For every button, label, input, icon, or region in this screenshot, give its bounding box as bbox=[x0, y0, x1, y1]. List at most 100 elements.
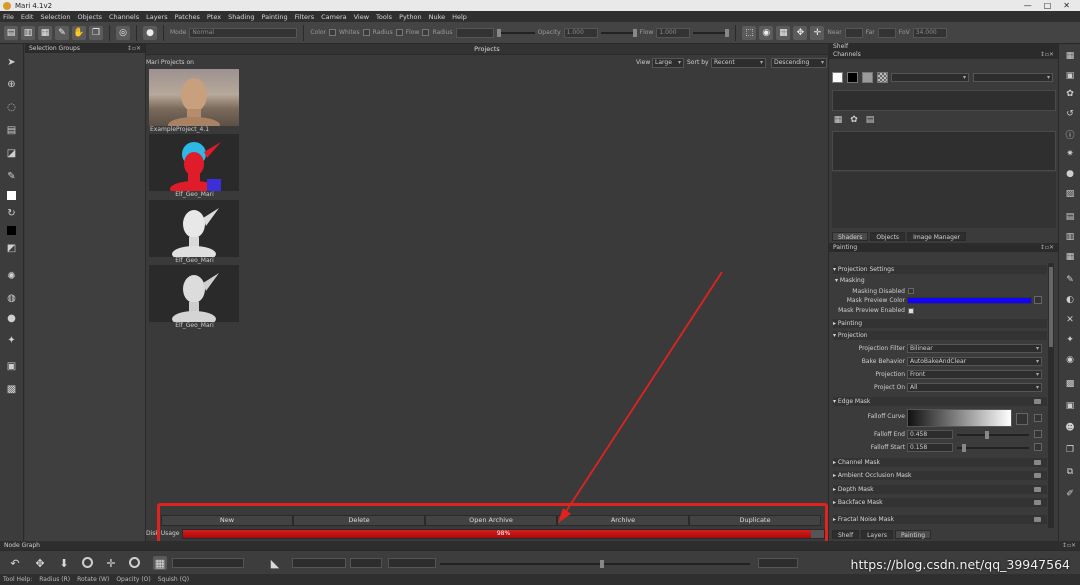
camera-icon[interactable]: ◉ bbox=[759, 25, 774, 40]
view-select[interactable]: Large bbox=[652, 58, 684, 68]
lasso-tool-icon[interactable]: ◌ bbox=[5, 101, 18, 114]
radius2-checkbox[interactable] bbox=[422, 29, 430, 36]
project-item[interactable]: Elf_Geo_Mari bbox=[149, 134, 239, 199]
menu-patches[interactable]: Patches bbox=[175, 13, 200, 21]
curve-tool-icon[interactable]: ◣ bbox=[268, 556, 282, 570]
radius-input[interactable] bbox=[455, 27, 494, 38]
menu-ptex[interactable]: Ptex bbox=[207, 13, 221, 21]
frame-field[interactable] bbox=[388, 558, 436, 568]
mode-select[interactable]: Normal bbox=[189, 27, 298, 38]
settings-icon[interactable]: ✿ bbox=[1064, 88, 1076, 100]
projection-filter-select[interactable]: Bilinear bbox=[907, 344, 1042, 353]
menu-filters[interactable]: Filters bbox=[295, 13, 314, 21]
paint-icon[interactable]: ✎ bbox=[55, 25, 69, 40]
foreground-color-icon[interactable] bbox=[5, 189, 18, 202]
menu-tools[interactable]: Tools bbox=[376, 13, 392, 21]
frame-tool-icon[interactable]: ▣ bbox=[5, 360, 18, 373]
depth-mask-toggle[interactable] bbox=[1034, 487, 1041, 492]
tab-shelf[interactable]: Shelf bbox=[832, 530, 860, 539]
lights-select[interactable] bbox=[172, 558, 244, 568]
layer-tool-icon[interactable]: ▤ bbox=[5, 124, 18, 137]
script-icon[interactable]: ✐ bbox=[1064, 488, 1076, 500]
backface-mask-section[interactable]: ▸ Backface Mask bbox=[833, 498, 1047, 507]
background-color-icon[interactable] bbox=[5, 224, 18, 237]
undo-icon[interactable]: ↶ bbox=[8, 556, 22, 570]
falloff-start-slider[interactable] bbox=[957, 444, 1029, 452]
channel-layer-icon[interactable]: ▤ bbox=[864, 114, 876, 126]
down-arrow-icon[interactable]: ⬇ bbox=[57, 556, 71, 570]
menu-selection[interactable]: Selection bbox=[40, 13, 70, 21]
snapshot-icon[interactable]: ▨ bbox=[1064, 188, 1076, 200]
shader-ball-icon[interactable]: ● bbox=[1064, 168, 1076, 180]
flow-slider[interactable] bbox=[693, 28, 730, 37]
ao-mask-toggle[interactable] bbox=[1034, 473, 1041, 478]
tab-image-manager[interactable]: Image Manager bbox=[907, 232, 967, 241]
project-item[interactable]: Elf_Geo_Mari bbox=[149, 200, 239, 265]
checker-swatch[interactable] bbox=[877, 72, 888, 83]
channel-mask-toggle[interactable] bbox=[1034, 460, 1041, 465]
black-swatch[interactable] bbox=[847, 72, 858, 83]
mask-color-reset-icon[interactable] bbox=[1034, 296, 1042, 304]
timeline-slider[interactable] bbox=[440, 560, 750, 568]
project-item[interactable]: ExampleProject_4.1 bbox=[149, 69, 239, 134]
pan-icon[interactable]: ✛ bbox=[104, 556, 118, 570]
add-channel-icon[interactable]: ▦ bbox=[832, 114, 844, 126]
falloff-start-input[interactable]: 0.158 bbox=[907, 443, 953, 452]
curve-reset-icon[interactable] bbox=[1034, 414, 1042, 422]
menu-help[interactable]: Help bbox=[452, 13, 467, 21]
far-input[interactable] bbox=[877, 27, 896, 38]
menu-file[interactable]: File bbox=[3, 13, 14, 21]
edge-mask-section[interactable]: ▾ Edge Mask bbox=[833, 397, 1047, 406]
radius-checkbox[interactable] bbox=[362, 29, 370, 36]
new-file-icon[interactable]: ▤ bbox=[4, 25, 18, 40]
fractal-mask-toggle[interactable] bbox=[1034, 517, 1041, 522]
select-tool-icon[interactable]: ➤ bbox=[5, 56, 18, 69]
ambient-occlusion-mask-section[interactable]: ▸ Ambient Occlusion Mask bbox=[833, 471, 1047, 480]
menu-objects[interactable]: Objects bbox=[77, 13, 102, 21]
sort-by-select[interactable]: Recent bbox=[711, 58, 766, 68]
menu-painting[interactable]: Painting bbox=[261, 13, 287, 21]
channel-mask-section[interactable]: ▸ Channel Mask bbox=[833, 458, 1047, 467]
menu-layers[interactable]: Layers bbox=[146, 13, 168, 21]
radius-slider[interactable] bbox=[496, 28, 535, 37]
clone-tool-icon[interactable]: ✺ bbox=[5, 270, 18, 283]
image-icon[interactable]: ▣ bbox=[1064, 400, 1076, 412]
tab-objects[interactable]: Objects bbox=[870, 232, 906, 241]
sphere-tool-icon[interactable]: ◍ bbox=[5, 292, 18, 305]
layers-column-icon[interactable]: ▤ bbox=[1064, 211, 1076, 223]
project-item[interactable]: Elf_Geo_Mari bbox=[149, 265, 239, 330]
opacity-slider[interactable] bbox=[600, 28, 637, 37]
swap-color-icon[interactable]: ↻ bbox=[5, 207, 18, 220]
menu-channels[interactable]: Channels bbox=[109, 13, 139, 21]
order-select[interactable]: Descending bbox=[771, 58, 827, 68]
nodes-icon[interactable]: ⧉ bbox=[1064, 466, 1076, 478]
crop-tool-icon[interactable]: ◪ bbox=[5, 147, 18, 160]
edge-mask-toggle[interactable] bbox=[1034, 399, 1041, 404]
menu-shading[interactable]: Shading bbox=[228, 13, 254, 21]
masking-disabled-checkbox[interactable] bbox=[908, 288, 914, 294]
channel-settings-icon[interactable]: ✿ bbox=[848, 114, 860, 126]
toolbox-icon[interactable]: ▣ bbox=[1064, 70, 1076, 82]
flow-checkbox[interactable] bbox=[395, 29, 403, 36]
menu-nuke[interactable]: Nuke bbox=[429, 13, 446, 21]
tab-shaders[interactable]: Shaders bbox=[832, 232, 869, 241]
menu-camera[interactable]: Camera bbox=[321, 13, 347, 21]
transform-tool-icon[interactable]: ⊕ bbox=[5, 78, 18, 91]
brush-icon[interactable]: ● bbox=[143, 25, 157, 40]
move-camera-icon[interactable]: ✛ bbox=[810, 25, 825, 40]
pin-tool-icon[interactable]: ✦ bbox=[5, 334, 18, 347]
move-icon[interactable]: ✥ bbox=[33, 556, 47, 570]
tab-painting[interactable]: Painting bbox=[894, 530, 932, 539]
backface-mask-toggle[interactable] bbox=[1034, 500, 1041, 505]
color-column-icon[interactable]: ◐ bbox=[1064, 294, 1076, 306]
bookmark-icon[interactable]: ❐ bbox=[1064, 444, 1076, 456]
tab-layers[interactable]: Layers bbox=[861, 530, 893, 539]
panel-controls-icon[interactable]: ↕▫✕ bbox=[127, 44, 141, 53]
flow-input[interactable]: 1.000 bbox=[656, 27, 691, 38]
history-icon[interactable]: ↺ bbox=[1064, 108, 1076, 120]
target-icon[interactable]: ◎ bbox=[116, 25, 130, 40]
curve-edit-icon[interactable] bbox=[1016, 413, 1028, 425]
grid-toggle-icon[interactable]: ▦ bbox=[153, 556, 167, 570]
projection-select[interactable]: Front bbox=[907, 370, 1042, 379]
channel-list[interactable] bbox=[832, 90, 1056, 111]
